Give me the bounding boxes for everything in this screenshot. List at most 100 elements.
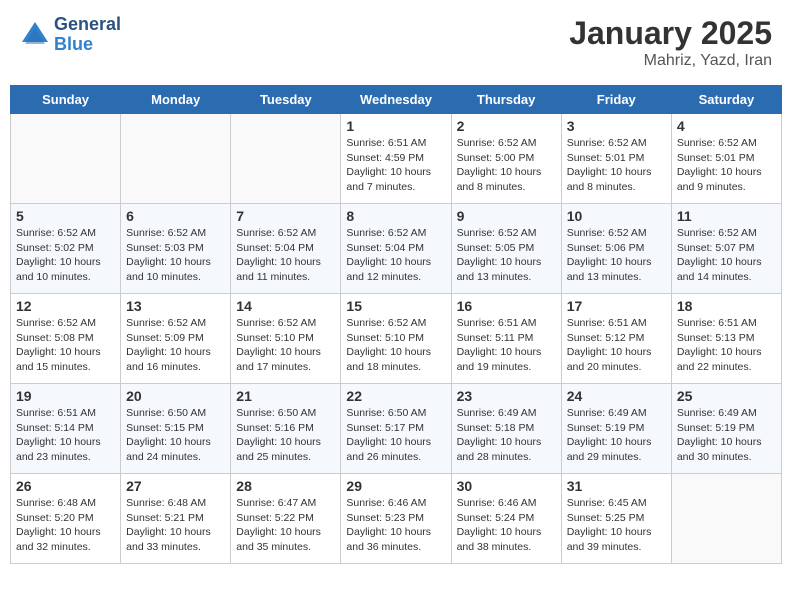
calendar-cell: 22Sunrise: 6:50 AM Sunset: 5:17 PM Dayli… <box>341 384 451 474</box>
calendar-cell: 13 Sunrise: 6:52 AM Sunset: 5:09 PM Dayli… <box>121 294 231 384</box>
week-row-2: 5 Sunrise: 6:52 AM Sunset: 5:02 PM Daylig… <box>11 204 782 294</box>
calendar-cell: 26 Sunrise: 6:48 AM Sunset: 5:20 PM Dayli… <box>11 474 121 564</box>
day-number: 18 <box>677 298 776 314</box>
day-number: 19 <box>16 388 115 404</box>
day-info: Sunrise: 6:49 AM Sunset: 5:19 PM Dayligh… <box>567 406 666 465</box>
day-number: 29 <box>346 478 445 494</box>
day-number: 6 <box>126 208 225 224</box>
day-number: 10 <box>567 208 666 224</box>
day-number: 5 <box>16 208 115 224</box>
day-number: 11 <box>677 208 776 224</box>
weekday-header-tuesday: Tuesday <box>231 86 341 114</box>
day-info: Sunrise: 6:52 AM Sunset: 5:06 PM Dayligh… <box>567 226 666 285</box>
logo-icon <box>20 20 50 50</box>
calendar-cell: 1 Sunrise: 6:51 AM Sunset: 4:59 PM Daylig… <box>341 114 451 204</box>
day-info: Sunrise: 6:52 AM Sunset: 5:10 PM Dayligh… <box>236 316 335 375</box>
day-info: Sunrise: 6:52 AM Sunset: 5:09 PM Dayligh… <box>126 316 225 375</box>
day-info: Sunrise: 6:52 AM Sunset: 5:07 PM Dayligh… <box>677 226 776 285</box>
calendar-cell: 30Sunrise: 6:46 AM Sunset: 5:24 PM Dayli… <box>451 474 561 564</box>
week-row-3: 12 Sunrise: 6:52 AM Sunset: 5:08 PM Dayli… <box>11 294 782 384</box>
day-number: 26 <box>16 478 115 494</box>
weekday-header-thursday: Thursday <box>451 86 561 114</box>
calendar-cell <box>11 114 121 204</box>
day-number: 13 <box>126 298 225 314</box>
day-info: Sunrise: 6:45 AM Sunset: 5:25 PM Dayligh… <box>567 496 666 555</box>
day-number: 17 <box>567 298 666 314</box>
day-info: Sunrise: 6:52 AM Sunset: 5:03 PM Dayligh… <box>126 226 225 285</box>
day-info: Sunrise: 6:52 AM Sunset: 5:01 PM Dayligh… <box>677 136 776 195</box>
calendar-cell: 19 Sunrise: 6:51 AM Sunset: 5:14 PM Dayli… <box>11 384 121 474</box>
day-number: 20 <box>126 388 225 404</box>
day-info: Sunrise: 6:52 AM Sunset: 5:10 PM Dayligh… <box>346 316 445 375</box>
week-row-4: 19 Sunrise: 6:51 AM Sunset: 5:14 PM Dayli… <box>11 384 782 474</box>
calendar-cell: 11 Sunrise: 6:52 AM Sunset: 5:07 PM Dayli… <box>671 204 781 294</box>
calendar-cell: 23 Sunrise: 6:49 AM Sunset: 5:18 PM Dayli… <box>451 384 561 474</box>
day-number: 9 <box>457 208 556 224</box>
day-number: 21 <box>236 388 335 404</box>
day-info: Sunrise: 6:50 AM Sunset: 5:15 PM Dayligh… <box>126 406 225 465</box>
day-info: Sunrise: 6:48 AM Sunset: 5:21 PM Dayligh… <box>126 496 225 555</box>
day-number: 15 <box>346 298 445 314</box>
day-info: Sunrise: 6:52 AM Sunset: 5:04 PM Dayligh… <box>236 226 335 285</box>
logo-blue: Blue <box>54 35 121 55</box>
day-info: Sunrise: 6:52 AM Sunset: 5:01 PM Dayligh… <box>567 136 666 195</box>
day-number: 12 <box>16 298 115 314</box>
weekday-header-saturday: Saturday <box>671 86 781 114</box>
day-number: 24 <box>567 388 666 404</box>
calendar-cell: 17Sunrise: 6:51 AM Sunset: 5:12 PM Dayli… <box>561 294 671 384</box>
calendar-cell: 8Sunrise: 6:52 AM Sunset: 5:04 PM Daylig… <box>341 204 451 294</box>
calendar-cell: 18 Sunrise: 6:51 AM Sunset: 5:13 PM Dayli… <box>671 294 781 384</box>
day-number: 28 <box>236 478 335 494</box>
day-info: Sunrise: 6:48 AM Sunset: 5:20 PM Dayligh… <box>16 496 115 555</box>
calendar-cell: 6 Sunrise: 6:52 AM Sunset: 5:03 PM Daylig… <box>121 204 231 294</box>
weekday-header-friday: Friday <box>561 86 671 114</box>
calendar-cell: 21Sunrise: 6:50 AM Sunset: 5:16 PM Dayli… <box>231 384 341 474</box>
calendar-cell: 28Sunrise: 6:47 AM Sunset: 5:22 PM Dayli… <box>231 474 341 564</box>
day-info: Sunrise: 6:51 AM Sunset: 5:13 PM Dayligh… <box>677 316 776 375</box>
day-number: 27 <box>126 478 225 494</box>
day-number: 14 <box>236 298 335 314</box>
calendar-cell: 29 Sunrise: 6:46 AM Sunset: 5:23 PM Dayli… <box>341 474 451 564</box>
day-number: 8 <box>346 208 445 224</box>
day-number: 3 <box>567 118 666 134</box>
day-number: 16 <box>457 298 556 314</box>
day-info: Sunrise: 6:49 AM Sunset: 5:18 PM Dayligh… <box>457 406 556 465</box>
day-number: 30 <box>457 478 556 494</box>
calendar-cell: 9 Sunrise: 6:52 AM Sunset: 5:05 PM Daylig… <box>451 204 561 294</box>
calendar-cell: 25 Sunrise: 6:49 AM Sunset: 5:19 PM Dayli… <box>671 384 781 474</box>
calendar-cell: 12 Sunrise: 6:52 AM Sunset: 5:08 PM Dayli… <box>11 294 121 384</box>
day-number: 25 <box>677 388 776 404</box>
week-row-1: 1 Sunrise: 6:51 AM Sunset: 4:59 PM Daylig… <box>11 114 782 204</box>
calendar-cell <box>121 114 231 204</box>
day-info: Sunrise: 6:52 AM Sunset: 5:00 PM Dayligh… <box>457 136 556 195</box>
calendar-cell <box>231 114 341 204</box>
calendar-cell: 5 Sunrise: 6:52 AM Sunset: 5:02 PM Daylig… <box>11 204 121 294</box>
weekday-header-sunday: Sunday <box>11 86 121 114</box>
day-info: Sunrise: 6:51 AM Sunset: 4:59 PM Dayligh… <box>346 136 445 195</box>
calendar-cell: 4 Sunrise: 6:52 AM Sunset: 5:01 PM Daylig… <box>671 114 781 204</box>
day-number: 31 <box>567 478 666 494</box>
day-info: Sunrise: 6:52 AM Sunset: 5:08 PM Dayligh… <box>16 316 115 375</box>
day-number: 23 <box>457 388 556 404</box>
location: Mahriz, Yazd, Iran <box>569 52 772 70</box>
calendar-cell: 27 Sunrise: 6:48 AM Sunset: 5:21 PM Dayli… <box>121 474 231 564</box>
calendar-cell <box>671 474 781 564</box>
day-number: 2 <box>457 118 556 134</box>
day-info: Sunrise: 6:46 AM Sunset: 5:23 PM Dayligh… <box>346 496 445 555</box>
day-info: Sunrise: 6:52 AM Sunset: 5:02 PM Dayligh… <box>16 226 115 285</box>
logo: General Blue <box>20 15 121 55</box>
calendar-cell: 3 Sunrise: 6:52 AM Sunset: 5:01 PM Daylig… <box>561 114 671 204</box>
day-info: Sunrise: 6:49 AM Sunset: 5:19 PM Dayligh… <box>677 406 776 465</box>
weekday-header-row: SundayMondayTuesdayWednesdayThursdayFrid… <box>11 86 782 114</box>
title-block: January 2025 Mahriz, Yazd, Iran <box>569 15 772 70</box>
day-info: Sunrise: 6:52 AM Sunset: 5:05 PM Dayligh… <box>457 226 556 285</box>
logo-general: General <box>54 15 121 35</box>
calendar-cell: 24 Sunrise: 6:49 AM Sunset: 5:19 PM Dayli… <box>561 384 671 474</box>
day-number: 4 <box>677 118 776 134</box>
day-info: Sunrise: 6:51 AM Sunset: 5:14 PM Dayligh… <box>16 406 115 465</box>
calendar-cell: 20 Sunrise: 6:50 AM Sunset: 5:15 PM Dayli… <box>121 384 231 474</box>
day-number: 1 <box>346 118 445 134</box>
day-info: Sunrise: 6:50 AM Sunset: 5:17 PM Dayligh… <box>346 406 445 465</box>
calendar-cell: 7Sunrise: 6:52 AM Sunset: 5:04 PM Daylig… <box>231 204 341 294</box>
calendar-table: SundayMondayTuesdayWednesdayThursdayFrid… <box>10 85 782 564</box>
